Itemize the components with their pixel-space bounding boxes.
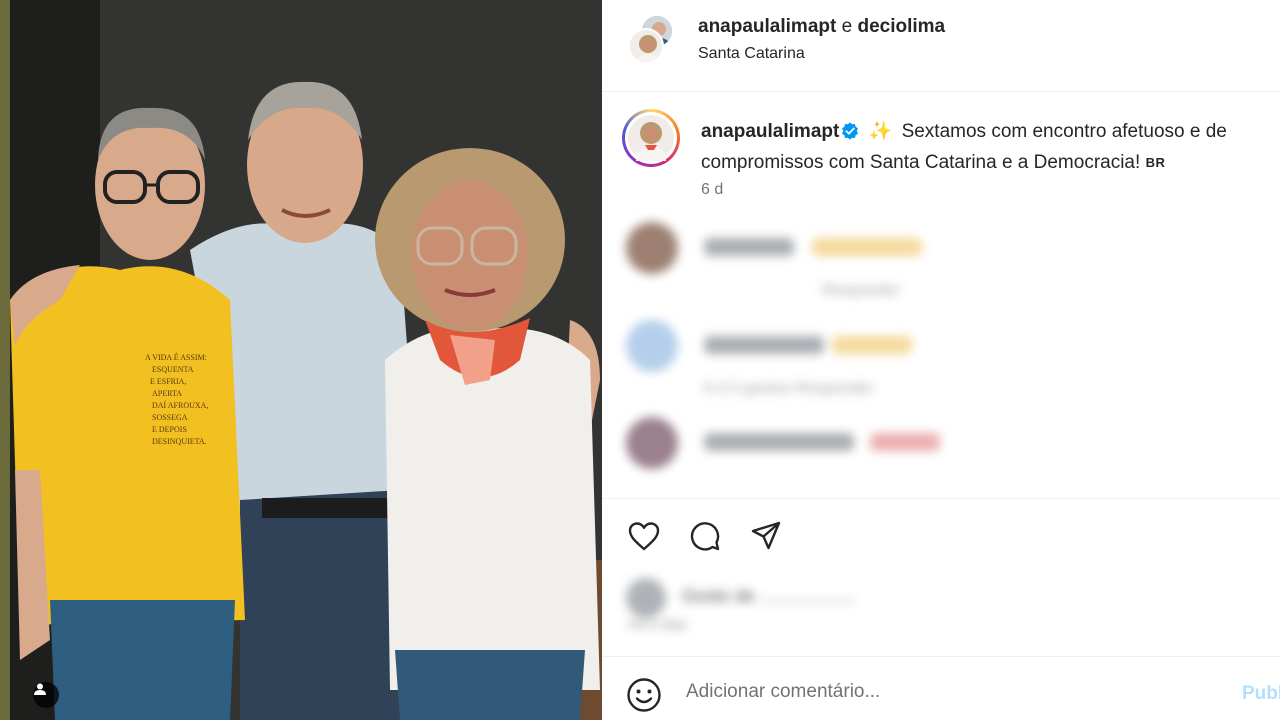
caption-username[interactable]: anapaulalimapt	[701, 121, 839, 142]
likes-summary: Gosto de ................... Há 6 dias	[622, 574, 1122, 634]
heart-icon[interactable]	[626, 518, 662, 554]
post-actions	[626, 518, 784, 558]
avatar-anapaulalimapt[interactable]	[628, 28, 664, 64]
comment-item: Responder	[622, 222, 1262, 312]
share-icon[interactable]	[748, 518, 784, 554]
likes-time: Há 6 dias	[628, 616, 688, 632]
comment-username-blur	[704, 433, 854, 451]
collab-avatars[interactable]	[628, 14, 676, 66]
svg-text:DAÍ AFROUXA,: DAÍ AFROUXA,	[152, 400, 208, 410]
photo-illustration: A VIDA É ASSIM: ESQUENTA E ESFRIA, APERT…	[0, 0, 602, 720]
comment-meta: Responder	[822, 282, 901, 299]
post-header: anapaulalimapt e deciolima Santa Catarin…	[602, 0, 1280, 92]
likes-avatar	[626, 578, 666, 618]
svg-text:APERTA: APERTA	[152, 389, 182, 398]
comment-input[interactable]	[686, 677, 1206, 707]
comment-emoji-blur	[812, 238, 922, 256]
comment-username-blur	[704, 336, 824, 354]
author-link-2[interactable]: deciolima	[857, 16, 945, 37]
comment-avatar	[626, 222, 678, 274]
verified-badge-icon	[841, 121, 859, 149]
comment-meta: 6 d 3 gostos Responder	[704, 380, 874, 397]
comment-emoji-blur	[870, 433, 940, 451]
emoji-icon[interactable]	[626, 677, 662, 718]
comment-emoji-blur	[832, 336, 912, 354]
location-link[interactable]: Santa Catarina	[698, 45, 805, 63]
caption-timestamp[interactable]: 6 d	[701, 181, 723, 199]
svg-text:DESINQUIETA.: DESINQUIETA.	[152, 437, 207, 446]
user-tag-icon[interactable]	[33, 682, 59, 708]
likes-text: Gosto de ...................	[682, 586, 856, 606]
comment-bar: Publicar	[602, 656, 1280, 720]
author-link-1[interactable]: anapaulalimapt	[698, 16, 836, 37]
svg-text:E ESFRIA,: E ESFRIA,	[150, 377, 186, 386]
svg-text:SOSSEGA: SOSSEGA	[152, 413, 188, 422]
post-photo[interactable]: A VIDA É ASSIM: ESQUENTA E ESFRIA, APERT…	[0, 0, 602, 720]
post-side-panel: anapaulalimapt e deciolima Santa Catarin…	[602, 0, 1280, 720]
authors-connector: e	[841, 16, 853, 37]
caption-text-block: anapaulalimapt ✨ Sextamos com encontro a…	[701, 118, 1271, 177]
comments-list: Responder 6 d 3 gostos Responder	[602, 212, 1280, 502]
caption-avatar[interactable]	[622, 109, 680, 167]
comment-username-blur	[704, 238, 794, 256]
comment-item: 6 d 3 gostos Responder	[622, 320, 1262, 410]
svg-text:E DEPOIS: E DEPOIS	[152, 425, 187, 434]
publish-button[interactable]: Publicar	[1242, 683, 1280, 705]
svg-text:A VIDA É ASSIM:: A VIDA É ASSIM:	[145, 352, 207, 362]
sparkle-emoji: ✨	[868, 121, 893, 142]
comment-avatar	[626, 320, 678, 372]
comment-item	[622, 417, 1262, 507]
flag-br: BR	[1145, 155, 1166, 170]
comment-avatar	[626, 417, 678, 469]
comment-icon[interactable]	[687, 518, 723, 554]
actions-divider	[602, 498, 1280, 499]
post-authors: anapaulalimapt e deciolima	[698, 16, 945, 38]
svg-text:ESQUENTA: ESQUENTA	[152, 365, 194, 374]
